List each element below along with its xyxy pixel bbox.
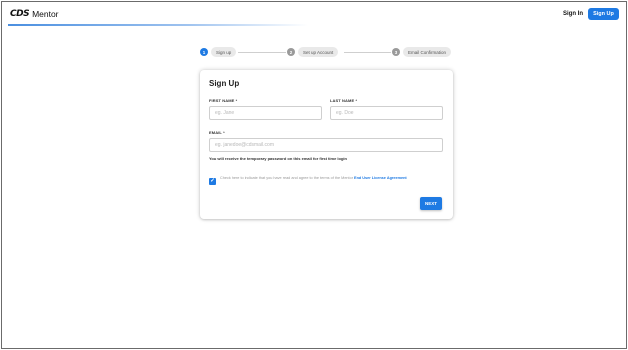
app-window: CDS Mentor Sign In Sign Up 1 Sign up 2 S… xyxy=(1,1,627,349)
first-name-input[interactable]: eg. Jane xyxy=(209,106,322,120)
step-email-confirmation: 3 Email Confirmation xyxy=(392,46,452,58)
agreement-statement: Check here to indicate that you have rea… xyxy=(220,176,353,180)
form-title: Sign Up xyxy=(209,79,240,88)
progress-stepper: 1 Sign up 2 Set up Account 3 Email Confi… xyxy=(198,46,456,58)
next-button[interactable]: NEXT xyxy=(420,197,442,210)
top-header: CDS Mentor Sign In Sign Up xyxy=(2,2,626,26)
step-connector-1 xyxy=(238,52,286,53)
step-set-up-account: 2 Set up Account xyxy=(287,46,339,58)
email-input[interactable]: eg. janedoe@cdsmail.com xyxy=(209,138,443,152)
agreement-checkbox[interactable]: ✓ xyxy=(209,178,216,185)
sign-in-link[interactable]: Sign In xyxy=(563,11,583,17)
step-connector-2 xyxy=(344,52,391,53)
last-name-label: LAST NAME * xyxy=(330,98,358,103)
logo-text: Mentor xyxy=(32,9,59,19)
eula-link[interactable]: End User License Agreement xyxy=(354,176,407,180)
step-3-circle: 3 xyxy=(392,48,400,56)
checkmark-icon: ✓ xyxy=(210,177,215,184)
agreement-text: Check here to indicate that you have rea… xyxy=(220,176,445,181)
step-sign-up: 1 Sign up xyxy=(200,46,237,58)
header-accent-line xyxy=(8,24,308,26)
step-1-circle: 1 xyxy=(200,48,208,56)
step-2-label: Set up Account xyxy=(298,47,339,57)
email-helper-text: You will receive the temporary password … xyxy=(209,156,347,161)
sign-up-button[interactable]: Sign Up xyxy=(588,8,619,20)
last-name-input[interactable]: eg. Doe xyxy=(330,106,443,120)
step-2-circle: 2 xyxy=(287,48,295,56)
logo-mark: CDS xyxy=(10,9,30,19)
email-label: EMAIL * xyxy=(209,130,225,135)
first-name-label: FIRST NAME * xyxy=(209,98,238,103)
step-3-label: Email Confirmation xyxy=(403,47,452,57)
step-1-label: Sign up xyxy=(211,47,237,57)
logo[interactable]: CDS Mentor xyxy=(10,9,59,19)
signup-card: Sign Up FIRST NAME * eg. Jane LAST NAME … xyxy=(200,70,453,219)
